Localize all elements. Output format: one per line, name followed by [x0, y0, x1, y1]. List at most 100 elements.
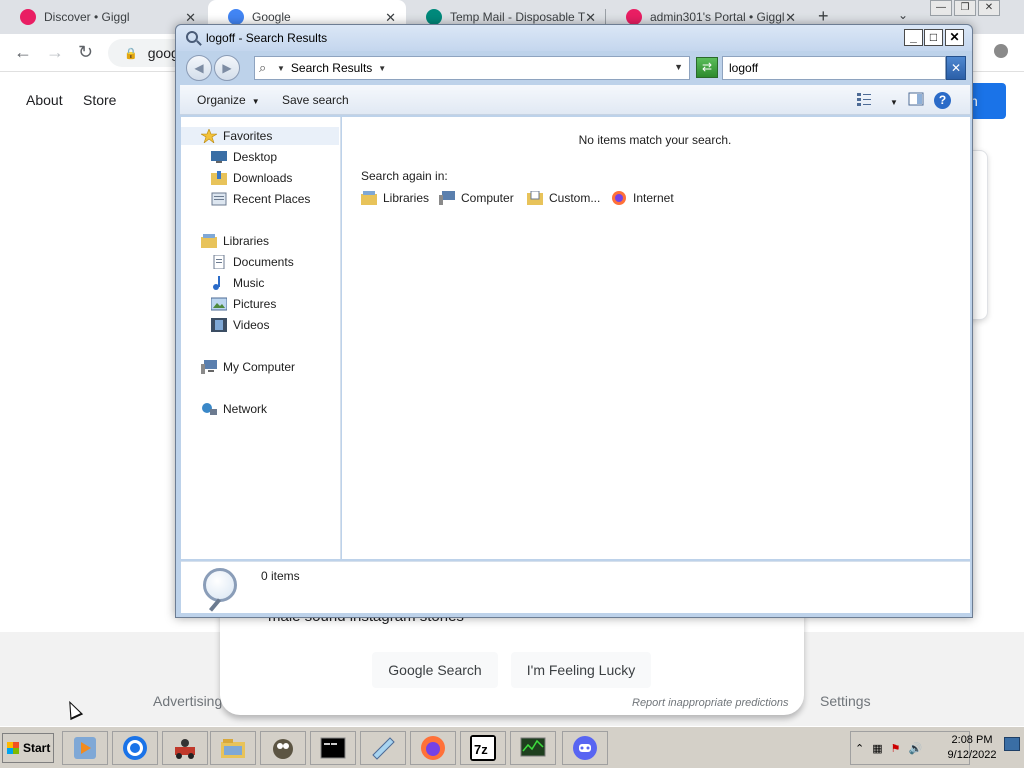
- window-title: logoff - Search Results: [206, 31, 328, 45]
- taskbar-media-player[interactable]: [62, 731, 108, 765]
- chevron-down-icon[interactable]: ▼: [884, 94, 898, 108]
- taskbar-notepad[interactable]: [360, 731, 406, 765]
- show-desktop-icon[interactable]: [1004, 737, 1020, 751]
- feeling-lucky-button[interactable]: I'm Feeling Lucky: [511, 652, 651, 688]
- nav-item-recent-places[interactable]: Recent Places: [211, 190, 310, 208]
- search-again-computer[interactable]: Computer: [439, 191, 514, 205]
- nav-item-pictures[interactable]: Pictures: [210, 295, 276, 313]
- tab-title: Google: [252, 10, 291, 24]
- maximize-button[interactable]: □: [924, 29, 943, 46]
- details-pane: 0 items: [181, 561, 970, 613]
- nav-item-favorites[interactable]: Favorites: [181, 127, 339, 145]
- close-button[interactable]: ✕: [945, 29, 964, 46]
- google-search-button[interactable]: Google Search: [372, 652, 498, 688]
- reload-icon[interactable]: ↻: [78, 42, 93, 63]
- nav-item-network[interactable]: Network: [201, 400, 267, 418]
- search-again-internet[interactable]: Internet: [611, 191, 674, 205]
- nav-label: Desktop: [233, 150, 278, 164]
- nav-label: Videos: [233, 318, 270, 332]
- nav-item-my-computer[interactable]: My Computer: [201, 358, 295, 376]
- search-results-icon: ⌕: [259, 60, 267, 75]
- search-again-custom[interactable]: Custom...: [527, 190, 600, 205]
- search-again-libraries[interactable]: Libraries: [361, 191, 429, 205]
- taskbar-gimp[interactable]: [260, 731, 306, 765]
- address-dropdown-icon[interactable]: ▼: [674, 62, 683, 72]
- search-again-label: Search again in:: [361, 169, 448, 183]
- nav-item-downloads[interactable]: Downloads: [211, 169, 292, 187]
- organize-button[interactable]: Organize ▼: [197, 93, 260, 107]
- taskbar-firefox[interactable]: [410, 731, 456, 765]
- nav-item-desktop[interactable]: Desktop: [211, 148, 277, 166]
- taskbar-7zip[interactable]: 7z: [460, 731, 506, 765]
- taskbar-command-prompt[interactable]: [310, 731, 356, 765]
- nav-item-videos[interactable]: Videos: [211, 316, 269, 334]
- organize-label: Organize: [197, 93, 246, 107]
- save-search-button[interactable]: Save search: [282, 93, 349, 107]
- search-again-text: Computer: [461, 191, 514, 205]
- clock-date: 9/12/2022: [947, 749, 997, 761]
- google-store-link[interactable]: Store: [83, 92, 116, 108]
- firefox-icon: [611, 191, 627, 205]
- pictures-icon: [210, 297, 228, 311]
- downloads-folder-icon: [211, 171, 227, 185]
- taskbar-discord[interactable]: [562, 731, 608, 765]
- custom-folder-icon: [527, 190, 543, 205]
- chevron-down-icon[interactable]: ▼: [378, 64, 386, 73]
- taskbar: Start 7z ⌃ ▦ ⚑ 🔊 2:08 PM 9/12/2022: [0, 726, 1024, 768]
- back-button[interactable]: ◀: [186, 55, 212, 81]
- network-tray-icon[interactable]: ▦: [872, 742, 882, 755]
- chevron-down-icon[interactable]: ▼: [277, 64, 285, 73]
- tab-title: Discover • Giggl: [44, 10, 130, 24]
- start-label: Start: [23, 741, 51, 755]
- address-bar[interactable]: ⌕ ▼ Search Results ▼ ▼: [254, 56, 690, 80]
- close-button[interactable]: ✕: [978, 0, 1000, 16]
- search-again-text: Internet: [633, 191, 674, 205]
- taskbar-kart-game[interactable]: [162, 731, 208, 765]
- report-predictions-link[interactable]: Report inappropriate predictions: [632, 697, 789, 709]
- music-icon: [211, 276, 227, 290]
- refresh-button[interactable]: ⇄: [696, 57, 718, 78]
- no-results-message: No items match your search.: [578, 133, 732, 147]
- forward-arrow-icon[interactable]: →: [46, 42, 64, 63]
- discord-icon: [573, 736, 597, 760]
- nav-label: Libraries: [223, 234, 270, 248]
- nav-label: Recent Places: [233, 192, 311, 206]
- security-warning-icon[interactable]: ⚑: [891, 742, 901, 755]
- explorer-titlebar[interactable]: logoff - Search Results _ □ ✕: [176, 25, 972, 51]
- nav-item-documents[interactable]: Documents: [211, 253, 294, 271]
- preview-pane-icon[interactable]: [908, 91, 924, 107]
- nav-label: Music: [233, 276, 265, 290]
- view-options-icon[interactable]: [856, 91, 872, 107]
- show-hidden-icons-icon[interactable]: ⌃: [855, 742, 864, 755]
- nav-item-music[interactable]: Music: [211, 274, 264, 292]
- clear-search-icon[interactable]: ✕: [946, 56, 966, 80]
- computer-icon: [439, 191, 455, 205]
- help-icon[interactable]: ?: [934, 92, 951, 109]
- tab-search-icon[interactable]: ⌄: [898, 8, 908, 22]
- back-arrow-icon[interactable]: ←: [14, 42, 32, 63]
- search-again-text: Libraries: [383, 191, 430, 205]
- minimize-button[interactable]: —: [930, 0, 952, 16]
- breadcrumb[interactable]: Search Results: [291, 61, 372, 75]
- taskbar-chrome[interactable]: [112, 731, 158, 765]
- terminal-icon: [320, 737, 346, 759]
- minimize-button[interactable]: _: [904, 29, 923, 46]
- profile-avatar-icon[interactable]: [994, 44, 1008, 58]
- command-bar: Organize ▼ Save search ▼ ?: [180, 85, 970, 115]
- libraries-icon: [201, 234, 217, 248]
- nav-item-libraries[interactable]: Libraries: [201, 232, 269, 250]
- forward-button[interactable]: ▶: [214, 55, 240, 81]
- google-about-link[interactable]: About: [26, 92, 63, 108]
- volume-icon[interactable]: 🔊: [909, 742, 923, 755]
- footer-settings-link[interactable]: Settings: [820, 693, 871, 709]
- footer-advertising-link[interactable]: Advertising: [153, 693, 222, 709]
- address-row: ◀ ▶ ⌕ ▼ Search Results ▼ ▼ ⇄ ✕: [180, 53, 970, 83]
- taskbar-clock[interactable]: 2:08 PM 9/12/2022: [942, 733, 1002, 763]
- search-input[interactable]: [722, 56, 946, 80]
- nav-label: Network: [223, 402, 268, 416]
- taskbar-file-explorer[interactable]: [210, 731, 256, 765]
- start-button[interactable]: Start: [2, 733, 54, 763]
- nav-label: Downloads: [233, 171, 293, 185]
- taskbar-system-monitor[interactable]: [510, 731, 556, 765]
- restore-button[interactable]: ❐: [954, 0, 976, 16]
